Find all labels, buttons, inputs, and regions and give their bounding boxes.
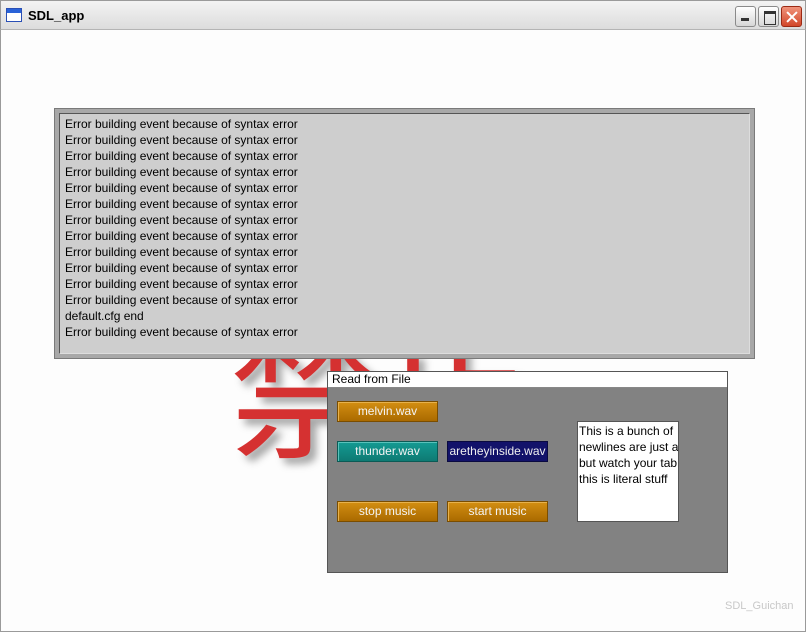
thunder-wav-button[interactable]: thunder.wav [337, 441, 438, 462]
read-from-file-dialog: Read from File melvin.wav thunder.wav ar… [327, 371, 728, 573]
log-line: default.cfg end [65, 309, 144, 323]
text-area-line: this is literal stuff [579, 472, 668, 486]
log-line: Error building event because of syntax e… [65, 149, 298, 163]
log-line: Error building event because of syntax e… [65, 181, 298, 195]
maximize-icon[interactable] [758, 6, 779, 27]
stop-music-button[interactable]: stop music [337, 501, 438, 522]
app-window-icon [6, 8, 22, 22]
start-music-button[interactable]: start music [447, 501, 548, 522]
log-line: Error building event because of syntax e… [65, 133, 298, 147]
text-area-line: newlines are just a [579, 440, 679, 454]
log-line: Error building event because of syntax e… [65, 261, 298, 275]
title-bar[interactable]: SDL_app [0, 0, 806, 30]
window-title: SDL_app [28, 8, 85, 23]
log-line: Error building event because of syntax e… [65, 325, 298, 339]
text-area-line: This is a bunch of [579, 424, 674, 438]
log-line: Error building event because of syntax e… [65, 165, 298, 179]
log-line: Error building event because of syntax e… [65, 229, 298, 243]
log-line: Error building event because of syntax e… [65, 245, 298, 259]
close-icon[interactable] [781, 6, 802, 27]
log-text-box[interactable]: Error building event because of syntax e… [59, 113, 750, 354]
log-line: Error building event because of syntax e… [65, 213, 298, 227]
dialog-title-bar[interactable]: Read from File [328, 372, 727, 388]
watermark-text: SDL_Guichan [725, 600, 794, 612]
log-scroll-area[interactable]: Error building event because of syntax e… [54, 108, 755, 359]
client-area: 駐車 禁止 Error building event because of sy… [0, 30, 806, 632]
log-line: Error building event because of syntax e… [65, 197, 298, 211]
aretheyinside-wav-button[interactable]: aretheyinside.wav [447, 441, 548, 462]
log-line: Error building event because of syntax e… [65, 277, 298, 291]
text-area-line: but watch your tab [579, 456, 678, 470]
text-area[interactable]: This is a bunch of newlines are just a b… [577, 421, 679, 522]
minimize-icon[interactable] [735, 6, 756, 27]
log-line: Error building event because of syntax e… [65, 293, 298, 307]
log-line: Error building event because of syntax e… [65, 117, 298, 131]
melvin-wav-button[interactable]: melvin.wav [337, 401, 438, 422]
